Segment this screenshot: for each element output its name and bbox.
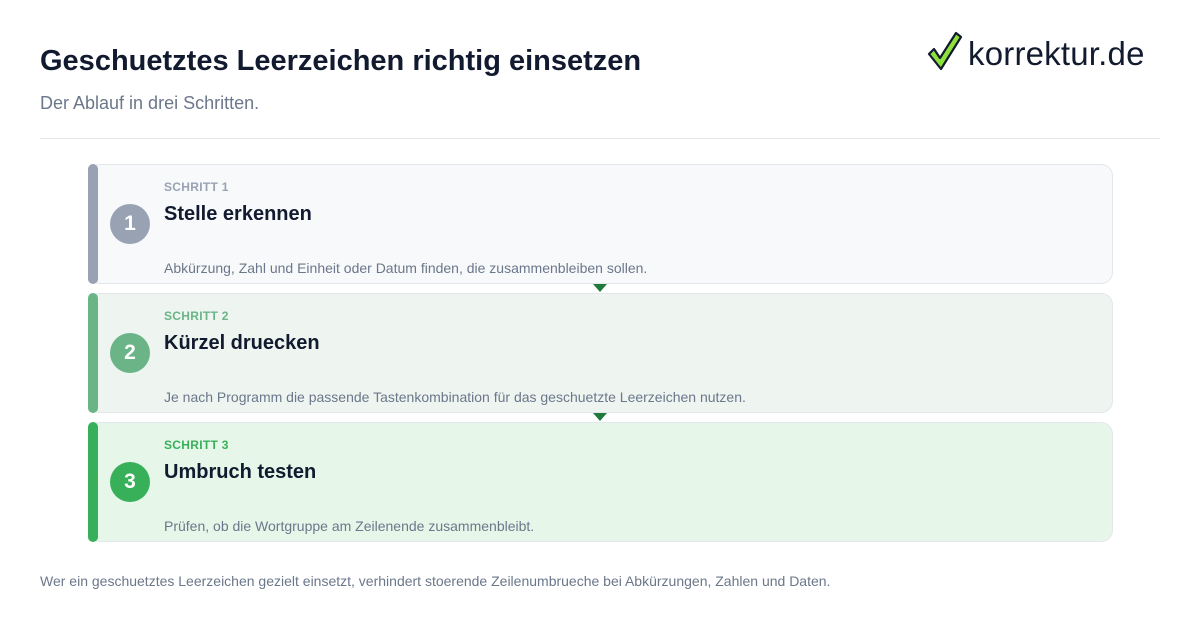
step-card-3: 3 SCHRITT 3 Umbruch testen Prüfen, ob di… <box>88 422 1113 542</box>
step-description: Je nach Programm die passende Tastenkomb… <box>164 389 746 405</box>
step-card-1: 1 SCHRITT 1 Stelle erkennen Abkürzung, Z… <box>88 164 1113 284</box>
step-title: Umbruch testen <box>164 461 317 483</box>
step-accent-bar <box>88 422 98 542</box>
step-number-badge: 1 <box>110 204 150 244</box>
step-number-badge: 3 <box>110 462 150 502</box>
header-divider <box>40 138 1160 139</box>
step-number-badge: 2 <box>110 333 150 373</box>
page-title: Geschuetztes Leerzeichen richtig einsetz… <box>40 45 642 77</box>
logo[interactable]: korrektur.de <box>926 30 1145 77</box>
down-arrow-icon <box>593 413 607 421</box>
page: Geschuetztes Leerzeichen richtig einsetz… <box>0 0 1200 630</box>
step-card-2: 2 SCHRITT 2 Kürzel druecken Je nach Prog… <box>88 293 1113 413</box>
footer-note: Wer ein geschuetztes Leerzeichen gezielt… <box>40 573 831 589</box>
step-description: Abkürzung, Zahl und Einheit oder Datum f… <box>164 260 648 276</box>
down-arrow-icon <box>593 284 607 292</box>
logo-text: korrektur.de <box>968 35 1145 72</box>
step-title: Kürzel druecken <box>164 332 320 354</box>
step-title: Stelle erkennen <box>164 203 312 225</box>
step-label: SCHRITT 1 <box>164 180 229 194</box>
checkmark-icon <box>926 30 963 77</box>
step-label: SCHRITT 3 <box>164 438 229 452</box>
step-accent-bar <box>88 164 98 284</box>
step-accent-bar <box>88 293 98 413</box>
step-label: SCHRITT 2 <box>164 309 229 323</box>
page-subtitle: Der Ablauf in drei Schritten. <box>40 93 260 113</box>
step-description: Prüfen, ob die Wortgruppe am Zeilenende … <box>164 518 535 534</box>
